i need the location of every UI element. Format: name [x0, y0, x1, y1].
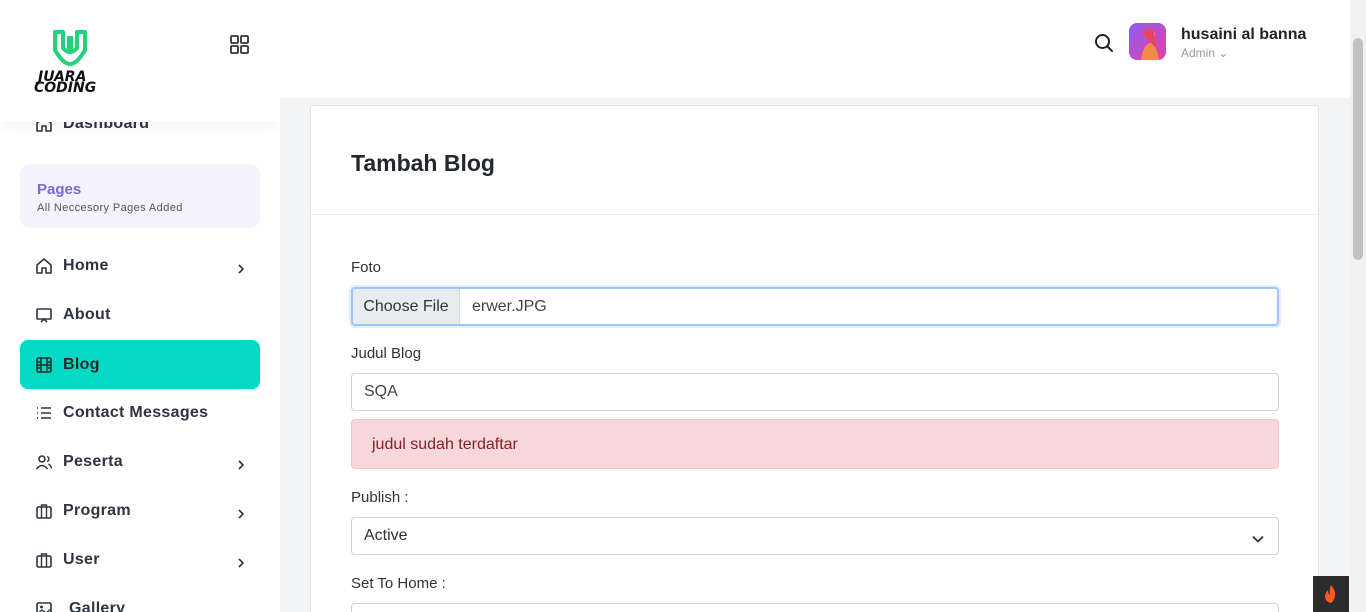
sidebar-item-contact-messages[interactable]: Contact Messages — [20, 391, 260, 435]
film-icon — [35, 356, 53, 374]
sidebar-item-gallery[interactable]: Gallery — [20, 587, 260, 612]
sidebar: Dashboard JUARA CODING Pages All Necceso… — [0, 0, 280, 612]
top-header: husaini al banna Admin ⌄ — [280, 0, 1350, 98]
set-to-home-label: Set To Home : — [351, 575, 446, 592]
divider — [311, 214, 1318, 215]
sidebar-item-label: Program — [63, 502, 131, 519]
publish-label: Publish : — [351, 489, 409, 506]
chevron-right-icon — [236, 506, 246, 519]
fire-icon-button[interactable] — [1313, 576, 1349, 612]
chevron-right-icon — [236, 261, 246, 274]
page-title: Tambah Blog — [351, 150, 495, 176]
sidebar-item-label: Contact Messages — [63, 404, 209, 421]
briefcase-icon — [35, 551, 53, 569]
error-alert: judul sudah terdaftar — [351, 419, 1279, 469]
sidebar-item-label: Gallery — [69, 600, 126, 612]
sidebar-item-label: About — [63, 306, 111, 323]
sidebar-item-label: Blog — [63, 355, 100, 373]
image-icon — [35, 600, 53, 612]
sidebar-item-peserta[interactable]: Peserta — [20, 440, 260, 484]
choose-file-button[interactable]: Choose File — [353, 289, 460, 324]
brand-wordmark: JUARA CODING — [34, 69, 97, 96]
search-icon[interactable] — [1094, 33, 1114, 53]
list-icon — [35, 404, 53, 422]
sidebar-item-user[interactable]: User — [20, 538, 260, 582]
foto-file-input[interactable]: Choose File erwer.JPG — [351, 287, 1279, 326]
sidebar-item-label: Peserta — [63, 453, 123, 470]
pages-info-box: Pages All Neccesory Pages Added — [20, 164, 260, 228]
grid-menu-icon[interactable] — [229, 34, 251, 56]
sidebar-item-label: Home — [63, 257, 109, 274]
chevron-right-icon — [236, 555, 246, 568]
set-to-home-select[interactable] — [351, 603, 1279, 612]
add-blog-card: Tambah Blog Foto Choose File erwer.JPG J… — [310, 105, 1319, 612]
sidebar-item-program[interactable]: Program — [20, 489, 260, 533]
pages-title: Pages — [37, 181, 82, 198]
fire-icon — [1325, 585, 1336, 603]
user-role-dropdown[interactable]: Admin ⌄ — [1181, 46, 1228, 60]
sidebar-item-blog[interactable]: Blog — [20, 340, 260, 389]
sidebar-item-label: User — [63, 551, 100, 568]
chevron-right-icon — [236, 457, 246, 470]
judul-blog-input[interactable] — [351, 373, 1279, 411]
user-name: husaini al banna — [1181, 26, 1307, 43]
sidebar-item-about[interactable]: About — [20, 293, 260, 337]
selected-file-name: erwer.JPG — [472, 297, 547, 315]
publish-selected-value: Active — [364, 527, 408, 544]
logo-bar: JUARA CODING — [0, 0, 280, 122]
judul-blog-label: Judul Blog — [351, 345, 422, 362]
users-icon — [35, 453, 53, 471]
scrollbar-thumb[interactable] — [1353, 38, 1363, 260]
foto-label: Foto — [351, 259, 382, 276]
page-scrollbar[interactable] — [1350, 0, 1366, 612]
avatar[interactable] — [1129, 23, 1166, 60]
sidebar-item-home[interactable]: Home — [20, 244, 260, 288]
pages-subtitle: All Neccesory Pages Added — [37, 202, 183, 214]
monitor-icon — [35, 306, 53, 324]
publish-select[interactable]: Active — [351, 517, 1279, 555]
briefcase-icon — [35, 502, 53, 520]
chevron-down-icon — [1252, 531, 1264, 543]
home-icon — [35, 257, 53, 275]
